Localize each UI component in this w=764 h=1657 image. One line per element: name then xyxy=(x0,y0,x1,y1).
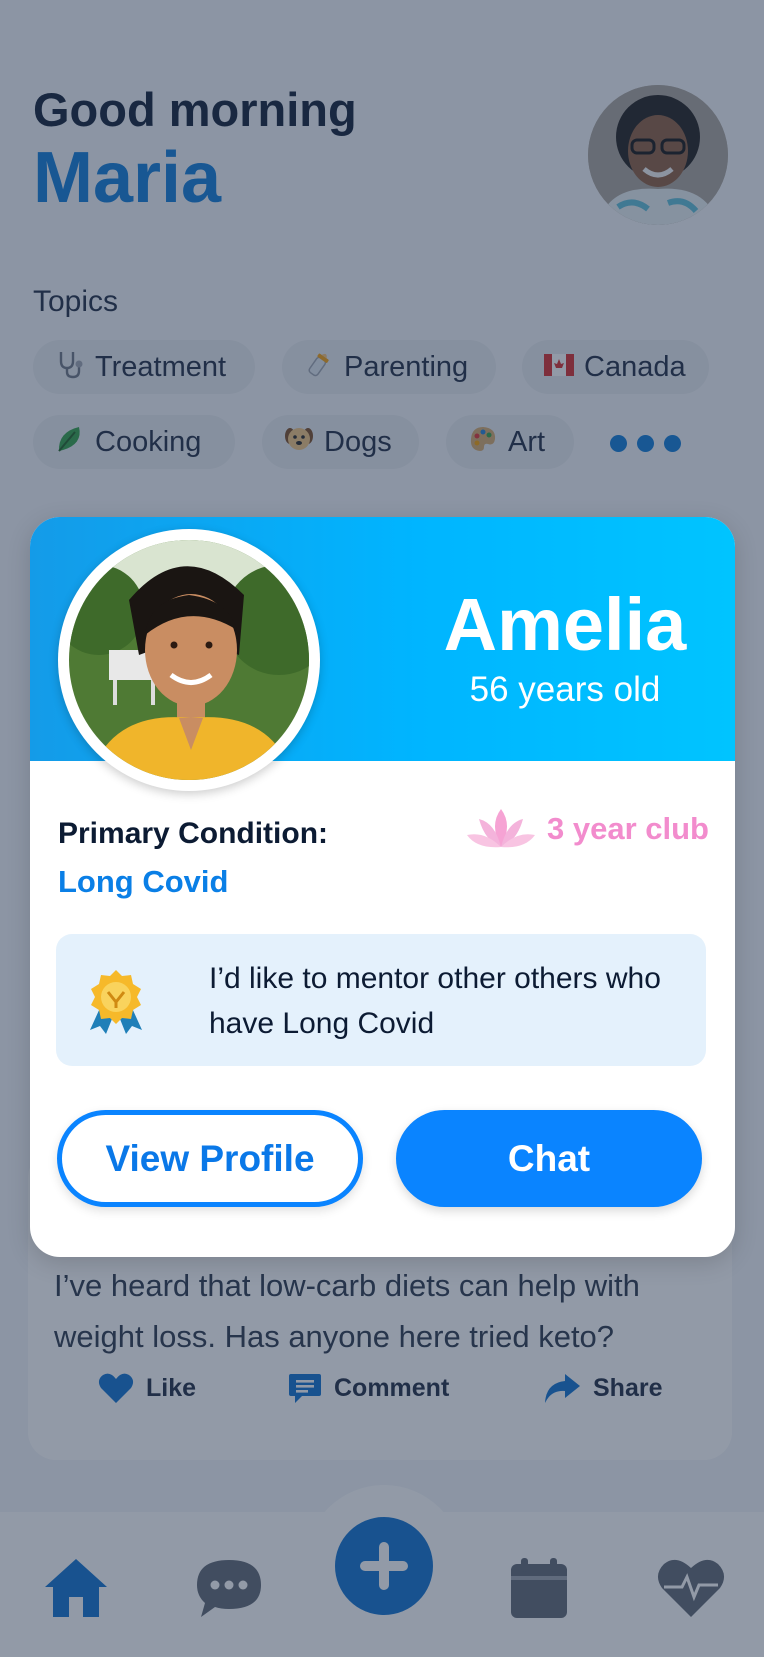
mentor-photo-image xyxy=(69,540,309,780)
primary-condition-value: Long Covid xyxy=(58,864,229,899)
lotus-icon xyxy=(467,809,535,848)
mentor-name: Amelia xyxy=(443,583,687,666)
mentor-statement-text: I’d like to mentor other others who have… xyxy=(209,962,661,1040)
chat-button[interactable]: Chat xyxy=(396,1110,702,1207)
award-ribbon-icon xyxy=(90,970,142,1034)
primary-condition-label: Primary Condition: xyxy=(58,817,329,850)
mentor-age: 56 years old xyxy=(469,670,661,709)
mentor-avatar[interactable] xyxy=(58,529,320,791)
club-badge-label: 3 year club xyxy=(547,811,709,846)
mentor-statement-box: I’d like to mentor other others who have… xyxy=(56,934,706,1066)
club-badge: 3 year club xyxy=(465,807,709,851)
mentor-match-card: Amelia 56 years old Primary Condition: L… xyxy=(30,517,735,1257)
view-profile-button[interactable]: View Profile xyxy=(57,1110,363,1207)
